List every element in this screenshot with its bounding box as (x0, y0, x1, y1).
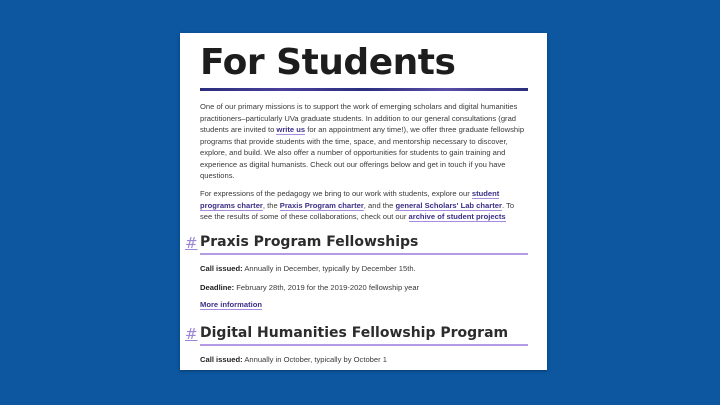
praxis-call-value: Annually in December, typically by Decem… (242, 264, 416, 273)
praxis-anchor-link[interactable]: # (185, 234, 198, 252)
page-card: For Students One of our primary missions… (180, 33, 547, 370)
pedagogy-text-1: For expressions of the pedagogy we bring… (200, 189, 472, 198)
praxis-deadline: Deadline: February 28th, 2019 for the 20… (200, 283, 419, 292)
write-us-link[interactable]: write us (276, 125, 306, 135)
dh-fellowship-section-title: Digital Humanities Fellowship Program (200, 325, 509, 341)
page-title: For Students (200, 42, 456, 83)
dh-fellowship-call-label: Call issued: (200, 355, 243, 364)
dh-fellowship-section-heading: # Digital Humanities Fellowship Program (185, 324, 528, 346)
praxis-call-label: Call issued: (200, 264, 243, 273)
praxis-section-title: Praxis Program Fellowships (200, 234, 419, 250)
pedagogy-text-3: , and the (363, 200, 396, 210)
pedagogy-text-2: , the (262, 200, 280, 210)
title-divider (200, 88, 528, 91)
dh-fellowship-anchor-link[interactable]: # (185, 325, 198, 343)
dh-fellowship-call-issued: Call issued: Annually in October, typica… (200, 355, 387, 364)
intro-paragraph: One of our primary missions is to suppor… (200, 101, 528, 182)
pedagogy-paragraph: For expressions of the pedagogy we bring… (200, 188, 528, 223)
praxis-call-issued: Call issued: Annually in December, typic… (200, 264, 416, 273)
general-charter-link[interactable]: general Scholars' Lab charter (395, 200, 502, 211)
dh-fellowship-call-value: Annually in October, typically by Octobe… (242, 355, 387, 364)
praxis-section-heading: # Praxis Program Fellowships (185, 233, 528, 255)
praxis-more-information-link[interactable]: More information (200, 300, 263, 310)
praxis-deadline-value: February 28th, 2019 for the 2019-2020 fe… (234, 283, 420, 292)
student-projects-archive-link[interactable]: archive of student projects (408, 212, 506, 222)
praxis-program-charter-link[interactable]: Praxis Program charter (279, 200, 364, 211)
praxis-deadline-label: Deadline: (200, 283, 235, 292)
